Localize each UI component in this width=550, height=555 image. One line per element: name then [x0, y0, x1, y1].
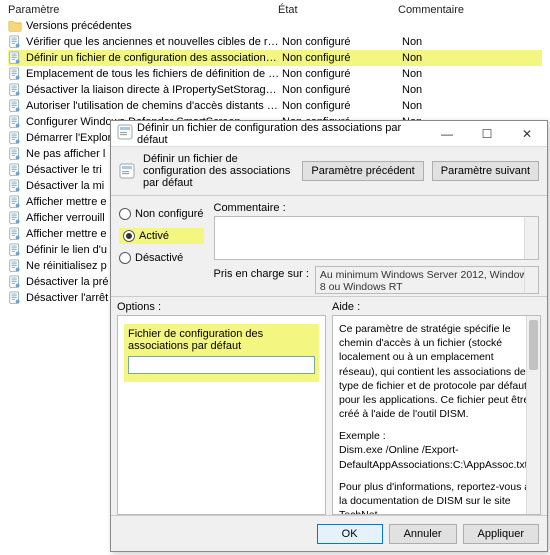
folder-label: Versions précédentes [26, 20, 132, 32]
radio-icon [119, 252, 131, 264]
item-comment: Non [402, 100, 542, 112]
body-split: Options : Fichier de configuration des a… [111, 297, 547, 515]
dialog-footer: OK Annuler Appliquer [111, 515, 547, 551]
item-label: Emplacement de tous les fichiers de défi… [26, 68, 282, 80]
help-text: Ce paramètre de stratégie spécifie le ch… [332, 315, 541, 515]
item-comment: Non [402, 36, 542, 48]
policy-title: Définir un fichier de configuration des … [143, 153, 294, 189]
comment-label: Commentaire : [214, 202, 540, 214]
radio-icon [119, 208, 131, 220]
radio-enabled[interactable]: Activé [119, 228, 204, 244]
help-pane: Aide : Ce paramètre de stratégie spécifi… [332, 301, 541, 515]
radio-icon [123, 230, 135, 242]
col-state[interactable]: État [278, 4, 398, 16]
ok-button[interactable]: OK [317, 524, 383, 544]
policy-item-icon [8, 211, 22, 225]
item-state: Non configuré [282, 100, 402, 112]
policy-item-icon [8, 35, 22, 49]
item-state: Non configuré [282, 36, 402, 48]
apply-button[interactable]: Appliquer [463, 524, 539, 544]
window-title: Définir un fichier de configuration des … [137, 122, 427, 146]
scrollbar[interactable] [524, 217, 538, 259]
scrollbar[interactable] [524, 267, 538, 293]
item-comment: Non [402, 84, 542, 96]
titlebar[interactable]: Définir un fichier de configuration des … [111, 121, 547, 147]
options-label: Options : [117, 301, 326, 313]
policy-item-icon [8, 259, 22, 273]
options-pane: Options : Fichier de configuration des a… [117, 301, 326, 515]
radio-label: Désactivé [135, 252, 183, 264]
policy-item-icon [8, 115, 22, 129]
list-item[interactable]: Autoriser l'utilisation de chemins d'acc… [8, 98, 542, 114]
item-state: Non configuré [282, 68, 402, 80]
options-box: Fichier de configuration des association… [117, 315, 326, 515]
supported-label: Pris en charge sur : [214, 266, 309, 280]
radio-label: Non configuré [135, 208, 204, 220]
policy-item-icon [8, 51, 22, 65]
policy-dialog: Définir un fichier de configuration des … [110, 120, 548, 552]
item-comment: Non [402, 68, 542, 80]
policy-item-icon [8, 179, 22, 193]
col-param[interactable]: Paramètre [8, 4, 278, 16]
state-section: Non configuré Activé Désactivé Commentai… [111, 196, 547, 297]
item-label: Vérifier que les anciennes et nouvelles … [26, 36, 282, 48]
maximize-button[interactable]: ☐ [467, 121, 507, 147]
item-label: Définir un fichier de configuration des … [26, 52, 282, 64]
folder-row[interactable]: Versions précédentes [8, 18, 542, 34]
policy-item-icon [8, 243, 22, 257]
close-button[interactable]: ✕ [507, 121, 547, 147]
policy-item-icon [8, 275, 22, 289]
policy-item-icon [8, 291, 22, 305]
policy-header: Définir un fichier de configuration des … [111, 147, 547, 196]
supported-text: Au minimum Windows Server 2012, Windows … [315, 266, 539, 294]
next-setting-button[interactable]: Paramètre suivant [432, 161, 539, 181]
policy-item-icon [8, 195, 22, 209]
option-field-group: Fichier de configuration des association… [124, 324, 319, 382]
list-item[interactable]: Emplacement de tous les fichiers de défi… [8, 66, 542, 82]
radio-label: Activé [139, 230, 169, 242]
policy-item-icon [8, 147, 22, 161]
folder-icon [8, 19, 22, 33]
radio-group: Non configuré Activé Désactivé [119, 202, 204, 294]
policy-item-icon [8, 83, 22, 97]
policy-icon [119, 163, 135, 179]
policy-item-icon [8, 131, 22, 145]
minimize-button[interactable]: — [427, 121, 467, 147]
item-label: Désactiver la liaison directe à IPropert… [26, 84, 282, 96]
list-item[interactable]: Vérifier que les anciennes et nouvelles … [8, 34, 542, 50]
policy-icon [117, 124, 133, 143]
scrollbar[interactable] [526, 316, 540, 514]
prev-setting-button[interactable]: Paramètre précédent [302, 161, 423, 181]
comment-textarea[interactable] [214, 216, 540, 260]
item-comment: Non [402, 52, 542, 64]
column-headers: Paramètre État Commentaire [8, 4, 542, 18]
radio-disabled[interactable]: Désactivé [119, 250, 204, 266]
option-field-label: Fichier de configuration des association… [128, 328, 315, 352]
option-field-input[interactable] [128, 356, 315, 374]
item-label: Autoriser l'utilisation de chemins d'acc… [26, 100, 282, 112]
radio-not-configured[interactable]: Non configuré [119, 206, 204, 222]
list-item[interactable]: Désactiver la liaison directe à IPropert… [8, 82, 542, 98]
policy-item-icon [8, 227, 22, 241]
col-comment[interactable]: Commentaire [398, 4, 542, 16]
list-item[interactable]: Définir un fichier de configuration des … [8, 50, 542, 66]
item-state: Non configuré [282, 52, 402, 64]
policy-item-icon [8, 163, 22, 177]
cancel-button[interactable]: Annuler [389, 524, 457, 544]
help-label: Aide : [332, 301, 541, 313]
item-state: Non configuré [282, 84, 402, 96]
policy-item-icon [8, 99, 22, 113]
policy-item-icon [8, 67, 22, 81]
